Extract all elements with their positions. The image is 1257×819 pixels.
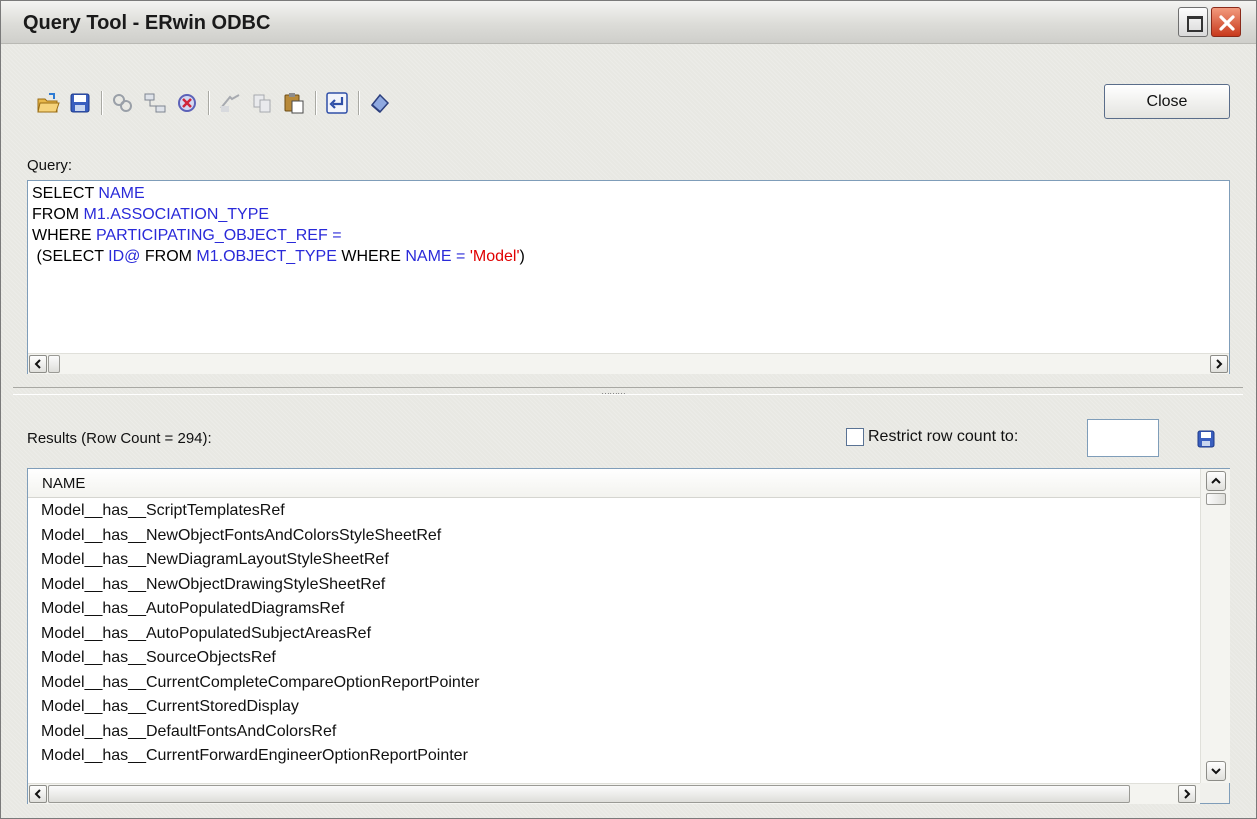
- table-row[interactable]: Model__has__DefaultFontsAndColorsRef: [28, 720, 1200, 745]
- restrict-label: Restrict row count to:: [868, 428, 1019, 445]
- scrollbar-corner: [1200, 783, 1229, 803]
- scroll-thumb[interactable]: [48, 355, 60, 373]
- word-wrap-icon[interactable]: [324, 90, 350, 116]
- sql-identifier: M1.OBJECT_TYPE: [196, 248, 337, 265]
- maximize-button[interactable]: [1178, 7, 1208, 37]
- close-icon: [1219, 15, 1235, 31]
- sql-identifier: NAME: [98, 185, 145, 202]
- join-icon[interactable]: [110, 90, 136, 116]
- results-rows: Model__has__ScriptTemplatesRef Model__ha…: [28, 499, 1200, 785]
- sql-string: 'Model': [465, 248, 520, 265]
- table-row[interactable]: Model__has__NewDiagramLayoutStyleSheetRe…: [28, 548, 1200, 573]
- results-grid[interactable]: NAME Model__has__ScriptTemplatesRef Mode…: [27, 468, 1230, 804]
- sql-identifier: PARTICIPATING_OBJECT_REF =: [96, 227, 342, 244]
- sql-keyword: WHERE: [32, 227, 96, 244]
- chevron-left-icon: [34, 789, 41, 799]
- table-row[interactable]: Model__has__SourceObjectsRef: [28, 646, 1200, 671]
- table-row[interactable]: Model__has__NewObjectDrawingStyleSheetRe…: [28, 573, 1200, 598]
- client-area: Close Query: SELECT NAME FROM M1.ASSOCIA…: [1, 44, 1256, 818]
- sql-keyword: (SELECT: [32, 248, 109, 265]
- save-icon[interactable]: [67, 90, 93, 116]
- results-horizontal-scrollbar[interactable]: [28, 783, 1200, 804]
- sql-identifier: NAME =: [405, 248, 466, 265]
- scroll-up-button[interactable]: [1206, 471, 1226, 491]
- scroll-right-button[interactable]: [1178, 785, 1196, 803]
- chevron-up-icon: [1211, 477, 1221, 484]
- query-horizontal-scrollbar[interactable]: [28, 353, 1229, 374]
- paste-icon[interactable]: [281, 90, 307, 116]
- restrict-checkbox[interactable]: [846, 428, 864, 446]
- scroll-left-button[interactable]: [29, 355, 47, 373]
- table-row[interactable]: Model__has__ScriptTemplatesRef: [28, 499, 1200, 524]
- chevron-left-icon: [34, 359, 41, 369]
- toolbar-separator: [101, 91, 102, 115]
- results-vertical-scrollbar[interactable]: [1200, 469, 1230, 783]
- chevron-right-icon: [1216, 359, 1223, 369]
- copy-icon[interactable]: [249, 90, 275, 116]
- clear-icon[interactable]: [367, 90, 393, 116]
- close-button[interactable]: Close: [1104, 84, 1230, 119]
- chevron-right-icon: [1184, 789, 1191, 799]
- column-header-label: NAME: [42, 475, 86, 492]
- results-label: Results (Row Count = 294):: [27, 430, 212, 447]
- sql-keyword: WHERE: [336, 248, 406, 265]
- restrict-row-count-input[interactable]: [1087, 419, 1159, 457]
- sql-keyword: FROM: [32, 206, 84, 223]
- sql-identifier: M1.ASSOCIATION_TYPE: [83, 206, 270, 223]
- execute-icon[interactable]: [217, 90, 243, 116]
- toolbar-separator: [358, 91, 359, 115]
- scroll-left-button[interactable]: [29, 785, 47, 803]
- table-row[interactable]: Model__has__AutoPopulatedSubjectAreasRef: [28, 622, 1200, 647]
- table-row[interactable]: Model__has__AutoPopulatedDiagramsRef: [28, 597, 1200, 622]
- scroll-down-button[interactable]: [1206, 761, 1226, 781]
- query-tool-window: Query Tool - ERwin ODBC Close Query: SEL…: [0, 0, 1257, 819]
- table-row[interactable]: Model__has__CurrentForwardEngineerOption…: [28, 744, 1200, 769]
- table-row[interactable]: Model__has__CurrentCompleteCompareOption…: [28, 671, 1200, 696]
- window-title: Query Tool - ERwin ODBC: [23, 12, 271, 34]
- query-text[interactable]: SELECT NAME FROM M1.ASSOCIATION_TYPE WHE…: [32, 183, 525, 267]
- delete-query-icon[interactable]: [174, 90, 200, 116]
- pane-splitter[interactable]: ………: [13, 386, 1243, 396]
- scroll-thumb[interactable]: [1206, 493, 1226, 505]
- window-close-button[interactable]: [1211, 7, 1241, 37]
- query-editor[interactable]: SELECT NAME FROM M1.ASSOCIATION_TYPE WHE…: [27, 180, 1230, 374]
- table-row[interactable]: Model__has__CurrentStoredDisplay: [28, 695, 1200, 720]
- scroll-right-button[interactable]: [1210, 355, 1228, 373]
- toolbar: [35, 88, 399, 118]
- sql-keyword: ): [519, 248, 525, 265]
- query-label: Query:: [27, 157, 73, 174]
- column-header-name[interactable]: NAME: [28, 469, 1200, 498]
- sql-keyword: FROM: [140, 248, 197, 265]
- table-row[interactable]: Model__has__NewObjectFontsAndColorsStyle…: [28, 524, 1200, 549]
- chevron-down-icon: [1211, 768, 1221, 775]
- sql-keyword: SELECT: [32, 185, 99, 202]
- sql-identifier: ID@: [108, 248, 141, 265]
- title-bar[interactable]: Query Tool - ERwin ODBC: [1, 1, 1256, 44]
- restrict-row-count[interactable]: Restrict row count to:: [846, 428, 1018, 446]
- splitter-grip: ………: [601, 386, 626, 396]
- toolbar-separator: [315, 91, 316, 115]
- open-file-icon[interactable]: [35, 90, 61, 116]
- toolbar-separator: [208, 91, 209, 115]
- scroll-thumb[interactable]: [48, 785, 1130, 803]
- save-results-icon[interactable]: [1196, 429, 1216, 454]
- relationship-icon[interactable]: [142, 90, 168, 116]
